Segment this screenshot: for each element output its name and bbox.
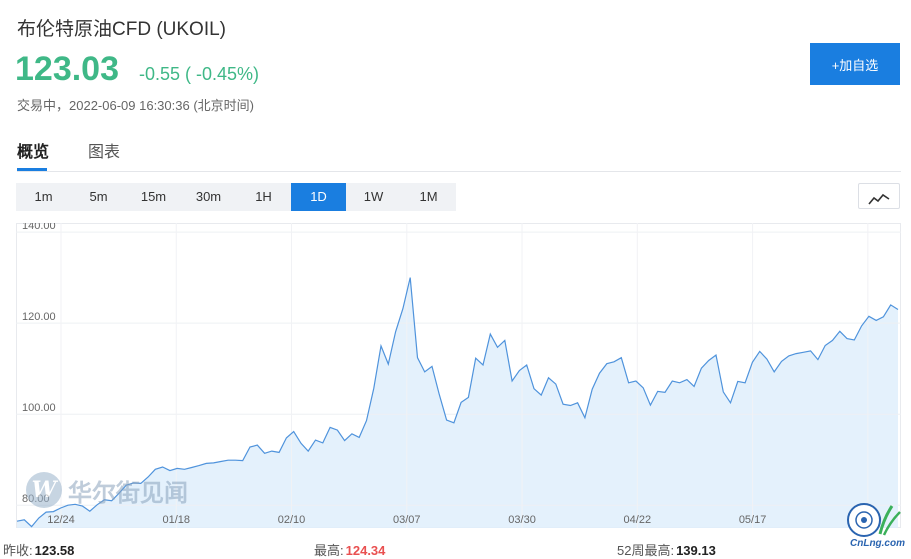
wallstreetcn-watermark-text: 华尔街见闻 xyxy=(68,477,188,507)
cnlng-logo-icon xyxy=(847,503,901,537)
stat-high-label: 最高: xyxy=(314,543,344,558)
price-row: 123.03 -0.55 ( -0.45%) xyxy=(15,50,259,89)
y-tick-label: 140.00 xyxy=(22,223,56,232)
tab-bar: 概览 图表 xyxy=(17,138,901,172)
last-price: 123.03 xyxy=(15,50,119,88)
instrument-title: 布伦特原油CFD (UKOIL) xyxy=(17,19,227,40)
wallstreetcn-logo-icon: W xyxy=(26,472,62,508)
stat-prev-close: 昨收: 123.58 xyxy=(3,540,74,559)
trading-status: 交易中，2022-06-09 16:30:36 (北京时间) xyxy=(17,98,254,113)
x-tick-label: 01/18 xyxy=(162,514,190,526)
x-tick-label: 04/22 xyxy=(624,514,652,526)
stat-prev-close-value: 123.58 xyxy=(34,543,75,558)
y-tick-label: 120.00 xyxy=(22,311,56,323)
line-chart-icon xyxy=(868,193,890,205)
price-change: -0.55 ( -0.45%) xyxy=(139,64,260,84)
period-30m[interactable]: 30m xyxy=(181,183,236,211)
active-tab-indicator xyxy=(17,168,47,171)
period-15m[interactable]: 15m xyxy=(126,183,181,211)
period-1w[interactable]: 1W xyxy=(346,183,401,211)
x-tick-label: 03/30 xyxy=(508,514,536,526)
period-1h[interactable]: 1H xyxy=(236,183,291,211)
x-tick-label: 12/24 xyxy=(47,514,75,526)
stat-52w-high-value: 139.13 xyxy=(676,543,716,558)
stat-prev-close-label: 昨收: xyxy=(3,543,33,558)
x-tick-label: 05/17 xyxy=(739,514,767,526)
period-selector: 1m 5m 15m 30m 1H 1D 1W 1M xyxy=(16,183,456,211)
y-tick-label: 100.00 xyxy=(22,402,56,414)
tab-chart[interactable]: 图表 xyxy=(88,138,120,162)
period-5m[interactable]: 5m xyxy=(71,183,126,211)
add-to-watchlist-button[interactable]: +加自选 xyxy=(810,43,900,85)
stat-high: 最高: 124.34 xyxy=(314,540,385,559)
stat-52w-high-label: 52周最高: xyxy=(617,543,675,558)
chart-type-button[interactable] xyxy=(858,183,900,209)
period-1d[interactable]: 1D xyxy=(291,183,346,211)
stat-52w-high: 52周最高: 139.13 xyxy=(617,540,716,559)
stat-high-value: 124.34 xyxy=(345,543,386,558)
tab-overview[interactable]: 概览 xyxy=(17,138,49,162)
x-tick-label: 03/07 xyxy=(393,514,421,526)
stats-bar: 昨收: 123.58 最高: 124.34 52周最高: 139.13 xyxy=(0,540,911,558)
period-1m[interactable]: 1m xyxy=(16,183,71,211)
x-tick-label: 02/10 xyxy=(278,514,306,526)
period-1mo[interactable]: 1M xyxy=(401,183,456,211)
wallstreetcn-watermark: W 华尔街见闻 xyxy=(26,472,188,508)
